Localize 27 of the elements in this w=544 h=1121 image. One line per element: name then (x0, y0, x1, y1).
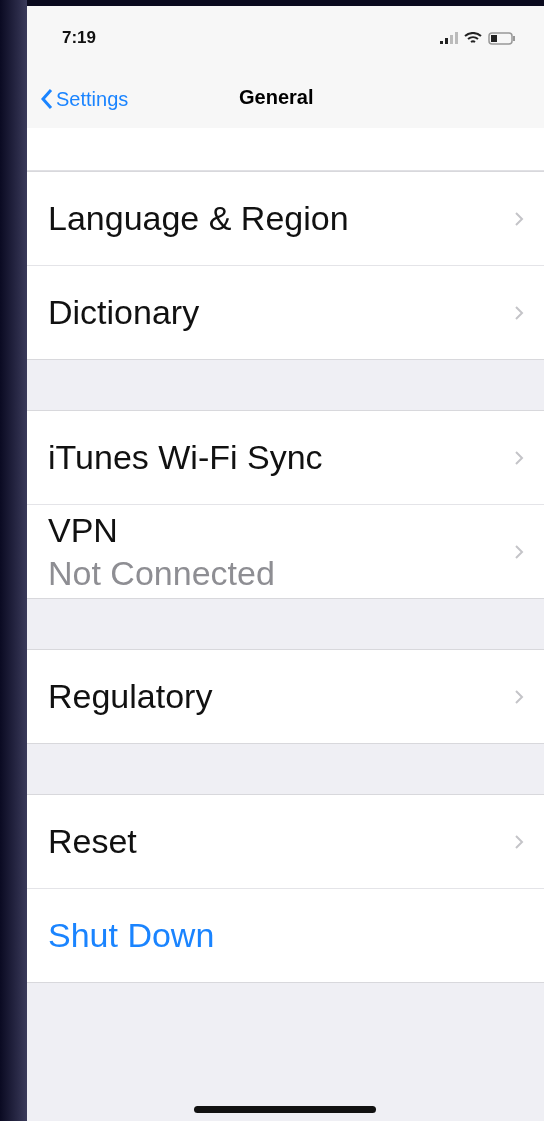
settings-row[interactable]: Dictionary (27, 266, 544, 359)
chevron-icon (514, 688, 524, 705)
action-row[interactable]: Shut Down (27, 889, 544, 982)
chevron-icon (514, 304, 524, 321)
row-label: Regulatory (48, 677, 213, 716)
row-label: iTunes Wi-Fi Sync (48, 438, 323, 477)
settings-row[interactable]: VPN Not Connected (27, 505, 544, 598)
chevron-icon (514, 210, 524, 227)
chevron-icon (514, 543, 524, 560)
settings-row[interactable]: iTunes Wi-Fi Sync (27, 411, 544, 505)
chevron-icon (514, 833, 524, 850)
row-label: Reset (48, 822, 137, 861)
chevron-left-icon (41, 88, 53, 110)
settings-row[interactable]: Reset (27, 795, 544, 889)
row-label: VPN (48, 510, 119, 550)
chevron-icon (514, 449, 524, 466)
row-label: Dictionary (48, 293, 200, 332)
status-time: 7:19 (62, 28, 97, 48)
settings-row[interactable]: Language & Region (27, 172, 544, 266)
signal-icon (440, 32, 458, 44)
row-subtitle: Not Connected (48, 553, 275, 593)
row-label: Language & Region (48, 199, 349, 238)
nav-title: General (239, 86, 314, 109)
wifi-icon (464, 31, 482, 45)
battery-icon (488, 31, 516, 45)
settings-row[interactable]: Regulatory (27, 650, 544, 743)
row-label: Shut Down (48, 916, 215, 955)
